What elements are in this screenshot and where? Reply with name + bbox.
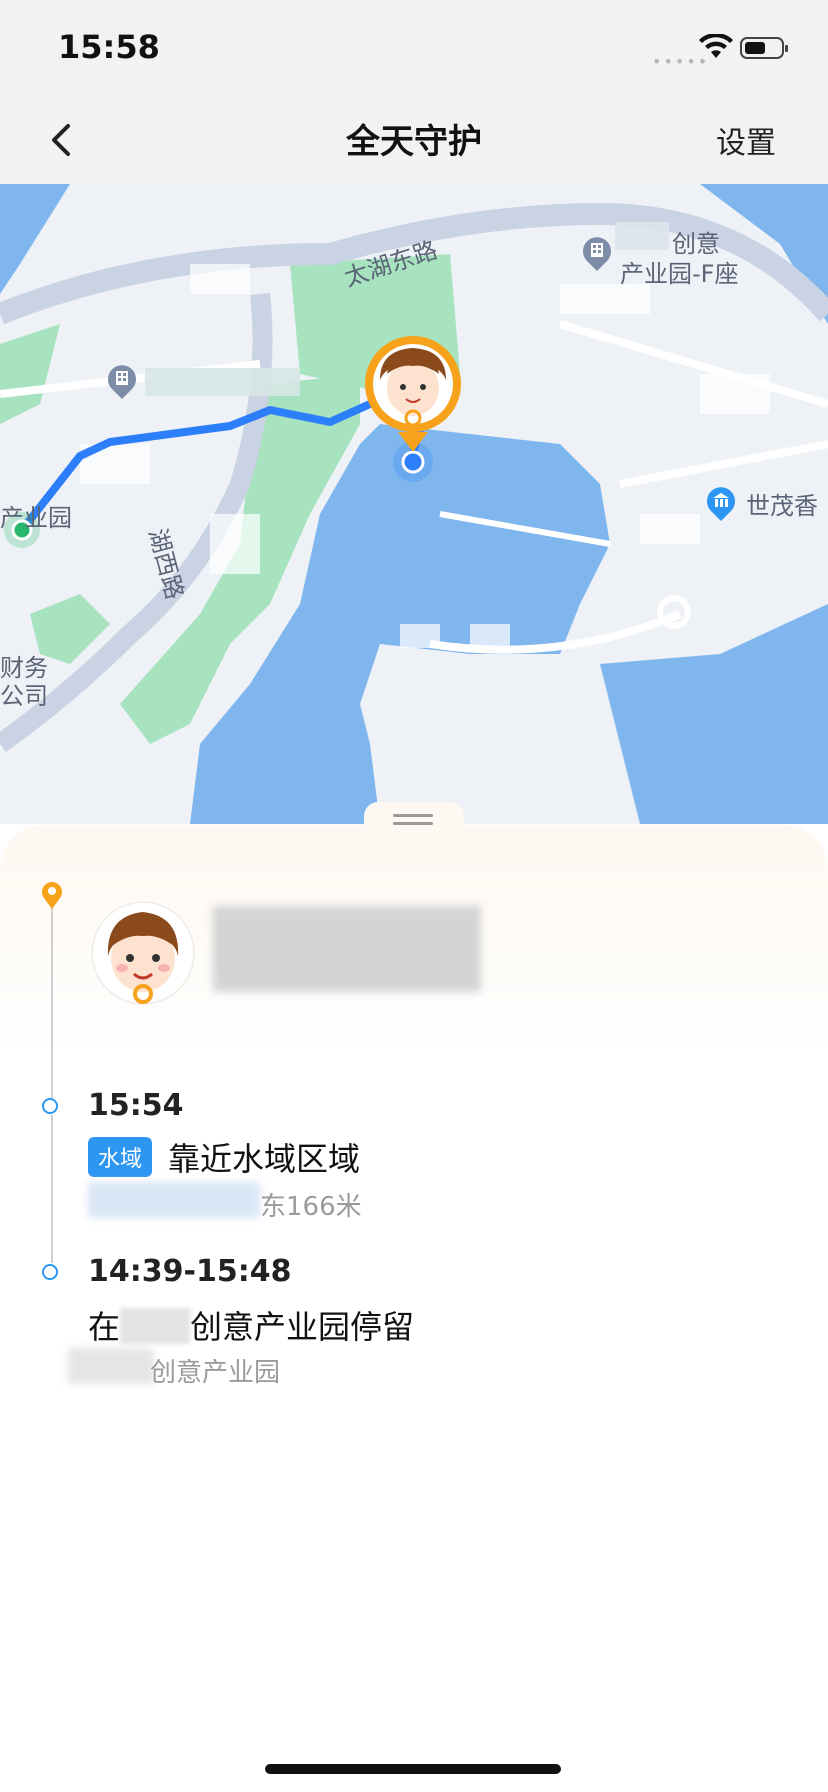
- poi-label: 产业园-F座: [620, 260, 739, 288]
- timeline-dot: [42, 1264, 58, 1280]
- home-indicator: [265, 1764, 561, 1774]
- location-pin-icon: [42, 882, 62, 909]
- child-avatar-icon: [91, 901, 195, 1005]
- settings-button[interactable]: 设置: [716, 118, 776, 162]
- event-title-text: 靠近水域区域: [168, 1140, 361, 1178]
- redacted-poi: [145, 368, 300, 396]
- redacted-location: [88, 1182, 260, 1218]
- event-title[interactable]: 水域 靠近水域区域: [88, 1134, 360, 1180]
- building-icon[interactable]: [580, 234, 614, 272]
- status-bar: 15:58 •••••: [0, 0, 828, 96]
- drag-handle-line[interactable]: [393, 822, 433, 825]
- green-area-3: [0, 324, 60, 424]
- event-location: 创意产业园: [150, 1358, 281, 1388]
- battery-icon: [740, 37, 788, 59]
- redacted-child-name: [213, 906, 481, 992]
- map-view[interactable]: 太湖东路 湖西路 创意 产业园-F座 世茂香 产业园 财务 公司: [0, 184, 828, 824]
- timeline-dot: [42, 1098, 58, 1114]
- redacted-poi-2: [615, 222, 669, 250]
- water-area-top-left: [0, 184, 70, 294]
- status-time: 15:58: [58, 28, 160, 66]
- water-area-tag: 水域: [88, 1137, 153, 1177]
- page-title: 全天守护: [346, 122, 482, 162]
- bank-icon[interactable]: [704, 484, 738, 522]
- event-title-suffix: 创意产业园停留: [190, 1308, 415, 1346]
- poi-label: 世茂香: [746, 492, 818, 520]
- event-time: 15:54: [88, 1088, 184, 1123]
- drag-handle-line[interactable]: [393, 814, 433, 817]
- avatar[interactable]: [90, 900, 196, 1006]
- navigation-bar: 全天守护 设置: [0, 96, 828, 184]
- poi-label: 公司: [0, 682, 48, 710]
- event-time: 14:39-15:48: [88, 1254, 292, 1289]
- timeline-line: [51, 905, 53, 1105]
- redacted-location: [68, 1348, 154, 1384]
- timeline-line: [51, 1115, 53, 1263]
- redacted-place: [120, 1308, 191, 1344]
- poi-label: 产业园: [0, 504, 72, 532]
- event-title-prefix: 在: [88, 1308, 121, 1346]
- building-icon[interactable]: [105, 362, 139, 400]
- current-location-dot: [401, 450, 425, 474]
- wifi-icon: [699, 34, 733, 58]
- event-location: 东166米: [260, 1192, 362, 1222]
- event-title[interactable]: 在 创意产业园停留: [88, 1302, 414, 1348]
- water-area-right: [600, 604, 828, 824]
